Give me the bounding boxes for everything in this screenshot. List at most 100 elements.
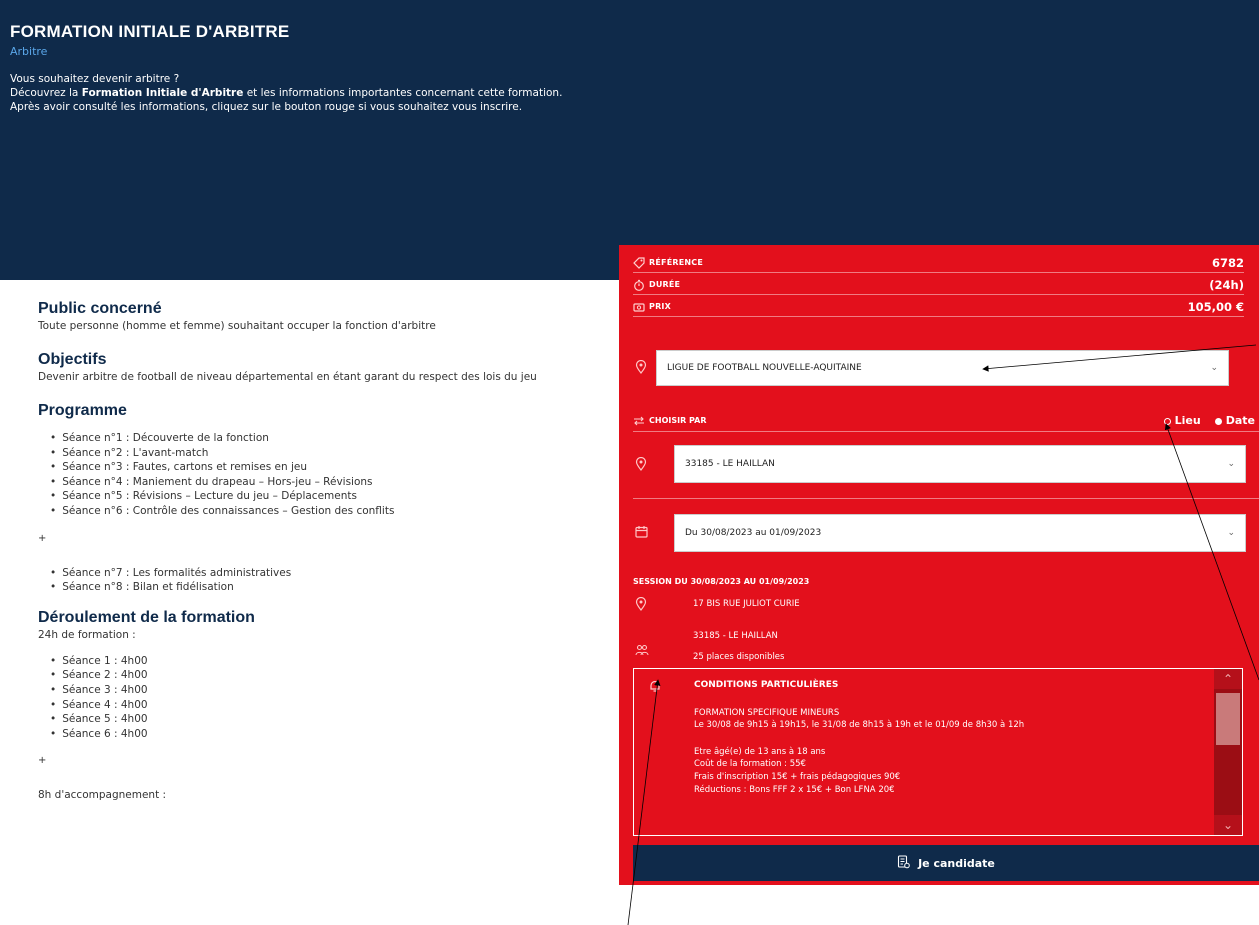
- section-objectifs: Objectifs Devenir arbitre de football de…: [38, 351, 608, 384]
- prix-row: PRIX 105,00 €: [633, 297, 1244, 317]
- prix-label: PRIX: [649, 302, 671, 311]
- list-item: Séance n°2 : L'avant-match: [50, 446, 608, 461]
- choose-by-options: Lieu Date: [1163, 414, 1259, 427]
- price-icon: [633, 301, 645, 313]
- date-select[interactable]: Du 30/08/2023 au 01/09/2023 ⌄: [674, 514, 1246, 552]
- scrollbar-thumb[interactable]: [1216, 693, 1240, 745]
- intro-line-3: Après avoir consulté les informations, c…: [10, 101, 523, 113]
- registration-panel: RÉFÉRENCE 6782 DURÉE (24h) PRIX 105,00 €…: [619, 245, 1259, 885]
- choose-by-row: CHOISIR PAR Lieu Date: [633, 410, 1259, 432]
- list-item: Séance n°3 : Fautes, cartons et remises …: [50, 460, 608, 475]
- session-address-line-1: 17 BIS RUE JULIOT CURIE: [693, 599, 800, 609]
- conditions-title: CONDITIONS PARTICULIÈRES: [694, 680, 839, 690]
- section-programme: Programme Séance n°1 : Découverte de la …: [38, 402, 608, 595]
- choose-by-label-wrap: CHOISIR PAR: [633, 415, 707, 427]
- prix-value: 105,00 €: [1187, 299, 1244, 314]
- duree-value: (24h): [1209, 277, 1244, 292]
- location-pin-icon: [635, 359, 647, 378]
- document-icon: [897, 854, 910, 872]
- conditions-gap: [694, 732, 1214, 746]
- prix-label-wrap: PRIX: [633, 301, 671, 313]
- reference-label-wrap: RÉFÉRENCE: [633, 256, 703, 269]
- ligue-select-value: LIGUE DE FOOTBALL NOUVELLE-AQUITAINE: [667, 363, 862, 373]
- seances-list: Séance 1 : 4h00 Séance 2 : 4h00 Séance 3…: [50, 654, 608, 742]
- radio-lieu-circle: [1163, 417, 1171, 425]
- reference-row: RÉFÉRENCE 6782: [633, 253, 1244, 273]
- intro-line-2-bold: Formation Initiale d'Arbitre: [81, 87, 244, 99]
- conditions-line: Le 30/08 de 9h15 à 19h15, le 31/08 de 8h…: [694, 720, 1025, 731]
- apply-button[interactable]: Je candidate: [633, 845, 1259, 881]
- section-title-programme: Programme: [38, 402, 127, 419]
- section-text-objectifs: Devenir arbitre de football de niveau dé…: [38, 371, 537, 383]
- list-item: Séance n°4 : Maniement du drapeau – Hors…: [50, 475, 608, 490]
- conditions-scrollbar[interactable]: ⌃ ⌄: [1214, 669, 1242, 835]
- location-pin-icon: [635, 596, 647, 615]
- programme-list: Séance n°1 : Découverte de la fonction S…: [50, 431, 608, 519]
- date-select-value: Du 30/08/2023 au 01/09/2023: [685, 528, 822, 538]
- chevron-down-icon: ⌄: [1210, 363, 1218, 373]
- swap-arrows-icon: [633, 415, 645, 427]
- radio-date-label: Date: [1225, 414, 1255, 427]
- page-subtitle: Arbitre: [10, 45, 48, 58]
- list-item: Séance n°5 : Révisions – Lecture du jeu …: [50, 489, 608, 504]
- accompagnement-text: 8h d'accompagnement :: [38, 789, 167, 802]
- radio-lieu-label: Lieu: [1174, 414, 1201, 427]
- conditions-box[interactable]: CONDITIONS PARTICULIÈRES FORMATION SPECI…: [633, 668, 1243, 836]
- duree-label-wrap: DURÉE: [633, 279, 680, 291]
- session-address-line-2: 33185 - LE HAILLAN: [693, 631, 778, 641]
- chevron-down-icon[interactable]: ⌄: [1214, 815, 1242, 835]
- duree-label: DURÉE: [649, 280, 681, 289]
- radio-lieu[interactable]: Lieu: [1163, 414, 1201, 427]
- divider: [633, 498, 1259, 499]
- intro-line-2-pre: Découvrez la: [10, 87, 82, 99]
- session-title: SESSION DU 30/08/2023 AU 01/09/2023: [633, 577, 810, 586]
- chevron-down-icon: ⌄: [1227, 528, 1235, 538]
- tag-icon: [633, 256, 645, 269]
- intro-line-2: Découvrez la Formation Initiale d'Arbitr…: [10, 86, 1259, 100]
- intro-line-2-post: et les informations importantes concerna…: [243, 87, 563, 99]
- conditions-line: Réductions : Bons FFF 2 x 15€ + Bon LFNA…: [694, 784, 895, 795]
- list-item: Séance 2 : 4h00: [50, 668, 608, 683]
- bell-icon: [648, 679, 662, 697]
- list-item: Séance 4 : 4h00: [50, 698, 608, 713]
- list-item: Séance n°1 : Découverte de la fonction: [50, 431, 608, 446]
- radio-date[interactable]: Date: [1214, 414, 1255, 427]
- lieu-select[interactable]: 33185 - LE HAILLAN ⌄: [674, 445, 1246, 483]
- list-item: Séance 6 : 4h00: [50, 727, 608, 742]
- chevron-down-icon: ⌄: [1227, 459, 1235, 469]
- section-title-objectifs: Objectifs: [38, 351, 107, 368]
- plus-separator: +: [38, 532, 47, 544]
- page-header: FORMATION INITIALE D'ARBITRE Arbitre Vou…: [0, 0, 1259, 280]
- list-item: Séance 3 : 4h00: [50, 683, 608, 698]
- section-title-public: Public concerné: [38, 300, 162, 317]
- conditions-line: Etre âgé(e) de 13 ans à 18 ans: [694, 746, 826, 757]
- plus-separator: +: [38, 755, 47, 767]
- section-deroulement: Déroulement de la formation 24h de forma…: [38, 609, 608, 803]
- choose-by-label: CHOISIR PAR: [649, 416, 707, 425]
- list-item: Séance 1 : 4h00: [50, 654, 608, 669]
- conditions-text: CONDITIONS PARTICULIÈRES FORMATION SPECI…: [694, 679, 1214, 796]
- page-header-inner: FORMATION INITIALE D'ARBITRE Arbitre Vou…: [0, 8, 1259, 280]
- stopwatch-icon: [633, 279, 645, 291]
- list-item: Séance 5 : 4h00: [50, 712, 608, 727]
- section-public: Public concerné Toute personne (homme et…: [38, 300, 608, 333]
- conditions-line: Coût de la formation : 55€: [694, 759, 806, 770]
- conditions-line: Frais d'inscription 15€ + frais pédagogi…: [694, 771, 901, 782]
- list-item: Séance n°7 : Les formalités administrati…: [50, 566, 608, 581]
- list-item: Séance n°6 : Contrôle des connaissances …: [50, 504, 608, 519]
- section-text-public: Toute personne (homme et femme) souhaita…: [38, 320, 436, 332]
- lieu-select-value: 33185 - LE HAILLAN: [685, 459, 775, 469]
- location-pin-icon: [635, 456, 647, 475]
- apply-button-label: Je candidate: [918, 856, 995, 870]
- chevron-up-icon[interactable]: ⌃: [1214, 669, 1242, 689]
- programme-list-extra: Séance n°7 : Les formalités administrati…: [50, 566, 608, 595]
- duree-row: DURÉE (24h): [633, 275, 1244, 295]
- radio-date-circle: [1214, 417, 1222, 425]
- ligue-select[interactable]: LIGUE DE FOOTBALL NOUVELLE-AQUITAINE ⌄: [656, 350, 1229, 386]
- people-icon: [635, 644, 649, 660]
- intro-line-1: Vous souhaitez devenir arbitre ?: [10, 73, 180, 85]
- session-places: 25 places disponibles: [693, 652, 785, 662]
- section-title-deroulement: Déroulement de la formation: [38, 608, 255, 626]
- list-item: Séance n°8 : Bilan et fidélisation: [50, 580, 608, 595]
- section-text-deroulement: 24h de formation :: [38, 628, 136, 641]
